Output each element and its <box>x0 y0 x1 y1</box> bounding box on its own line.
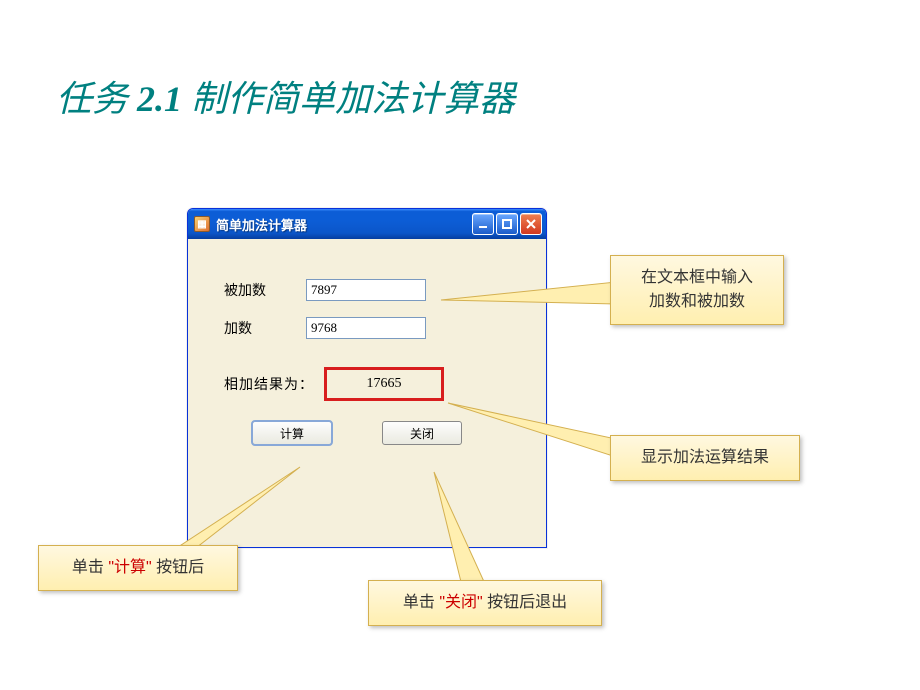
window-controls <box>472 213 542 235</box>
callout-close: 单击 "关闭" 按钮后退出 <box>368 580 602 626</box>
addend-input[interactable] <box>306 317 426 339</box>
callout3-post: 按钮后 <box>156 559 204 576</box>
result-value: 17665 <box>324 367 444 401</box>
callout-input: 在文本框中输入 加数和被加数 <box>610 255 784 325</box>
callout2-text: 显示加法运算结果 <box>641 449 769 466</box>
callout2-pointer <box>448 397 618 459</box>
window-title: 简单加法计算器 <box>216 215 466 234</box>
titlebar[interactable]: ▦ 简单加法计算器 <box>188 209 546 239</box>
callout4-pre: 单击 <box>403 594 435 611</box>
result-label: 相加结果为： <box>218 374 324 394</box>
close-window-button[interactable] <box>520 213 542 235</box>
callout-result: 显示加法运算结果 <box>610 435 800 481</box>
callout3-pre: 单击 <box>72 559 104 576</box>
title-suffix: 制作简单加法计算器 <box>182 79 515 119</box>
augend-label: 被加数 <box>218 280 306 300</box>
callout3-quote: "计算" <box>108 559 151 576</box>
callout-calc: 单击 "计算" 按钮后 <box>38 545 238 591</box>
callout4-pointer <box>426 472 506 592</box>
callout4-post: 按钮后退出 <box>487 594 567 611</box>
callout3-pointer <box>172 467 302 557</box>
title-number: 2.1 <box>137 79 182 119</box>
app-icon: ▦ <box>194 216 210 232</box>
title-prefix: 任务 <box>56 79 137 119</box>
result-row: 相加结果为： 17665 <box>218 367 516 401</box>
calc-button[interactable]: 计算 <box>252 421 332 445</box>
callout4-quote: "关闭" <box>439 594 482 611</box>
addend-label: 加数 <box>218 318 306 338</box>
callout1-pointer <box>441 282 621 322</box>
slide-title: 任务 2.1 制作简单加法计算器 <box>56 70 515 122</box>
maximize-button[interactable] <box>496 213 518 235</box>
callout1-text: 在文本框中输入 加数和被加数 <box>641 269 753 310</box>
augend-input[interactable] <box>306 279 426 301</box>
minimize-button[interactable] <box>472 213 494 235</box>
